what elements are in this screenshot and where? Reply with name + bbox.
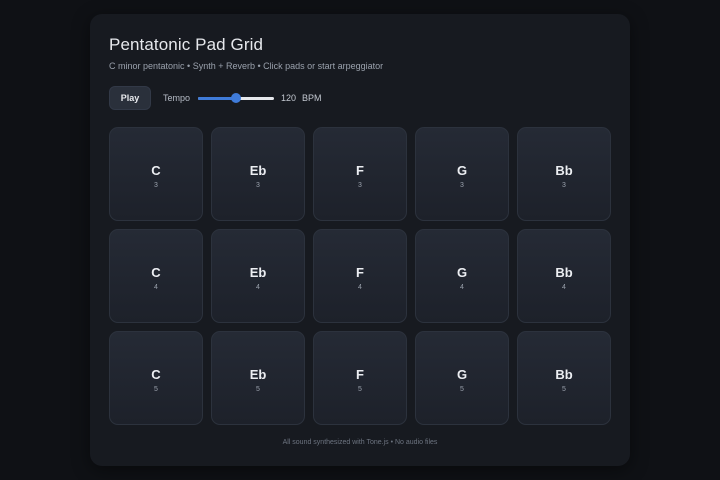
pad-octave-label: 3 bbox=[460, 182, 464, 189]
pad-octave-label: 3 bbox=[256, 182, 260, 189]
pad-eb5[interactable]: Eb 5 bbox=[211, 331, 305, 425]
pad-octave-label: 3 bbox=[358, 182, 362, 189]
pad-f3[interactable]: F3 bbox=[313, 127, 407, 221]
pad-grid: C 3 Eb 3 F 3 G 3 Bb 3 C 4 Eb 4 F 4 G 4 Bb 4 C 5 Eb 5 F 5 G 5 Bb 5 bbox=[109, 127, 611, 425]
pad-octave-label: 4 bbox=[256, 284, 260, 291]
pad-bb4[interactable]: Bb 4 bbox=[517, 229, 611, 323]
pad-note-label: F bbox=[356, 265, 364, 280]
page-subtitle: C minor pentatonic • Synth + Reverb • Cl… bbox=[109, 61, 384, 71]
pad-f4[interactable]: F4 bbox=[313, 229, 407, 323]
pad-note-label: C bbox=[151, 265, 161, 280]
pad-eb4[interactable]: Eb 4 bbox=[211, 229, 305, 323]
pad-note-label: G bbox=[456, 367, 468, 382]
page-title: Pentatonic Pad Grid bbox=[109, 35, 264, 54]
tempo-slider-thumb[interactable] bbox=[231, 93, 242, 103]
play-button[interactable]: Play bbox=[109, 86, 151, 110]
pad-note-label: F bbox=[356, 367, 364, 382]
pad-bb5[interactable]: Bb 5 bbox=[517, 331, 611, 425]
pad-f5[interactable]: F5 bbox=[313, 331, 407, 425]
pad-octave-label: 4 bbox=[154, 284, 158, 291]
pad-g4[interactable]: G4 bbox=[415, 229, 509, 323]
pad-octave-label: 4 bbox=[358, 284, 362, 291]
pad-octave-label: 4 bbox=[562, 284, 566, 291]
main-panel: Pentatonic Pad Grid C minor pentatonic •… bbox=[90, 14, 630, 466]
pad-octave-label: 5 bbox=[460, 386, 464, 393]
pad-note-label: G bbox=[456, 265, 468, 280]
pad-c3[interactable]: C3 bbox=[109, 127, 203, 221]
pad-note-label: Bb bbox=[555, 367, 573, 382]
pad-note-label: Bb bbox=[555, 265, 573, 280]
pad-note-label: Bb bbox=[555, 163, 573, 178]
pad-note-label: C bbox=[151, 367, 161, 382]
pad-octave-label: 3 bbox=[154, 182, 158, 189]
tempo-value: 120 bbox=[281, 93, 297, 103]
pad-octave-label: 4 bbox=[460, 284, 464, 291]
pad-eb3[interactable]: Eb 3 bbox=[211, 127, 305, 221]
tempo-slider[interactable] bbox=[198, 92, 275, 104]
pad-octave-label: 5 bbox=[562, 386, 566, 393]
transport-controls: Play Tempo 120 BPM bbox=[109, 86, 322, 110]
pad-bb3[interactable]: Bb 3 bbox=[517, 127, 611, 221]
pad-note-label: Eb bbox=[249, 367, 267, 382]
pad-note-label: F bbox=[356, 163, 364, 178]
tempo-label: Tempo bbox=[163, 93, 191, 103]
tempo-unit: BPM bbox=[302, 93, 322, 103]
pad-g5[interactable]: G5 bbox=[415, 331, 509, 425]
pad-note-label: Eb bbox=[249, 163, 267, 178]
pad-note-label: G bbox=[456, 163, 468, 178]
pad-octave-label: 5 bbox=[358, 386, 362, 393]
pad-octave-label: 3 bbox=[562, 182, 566, 189]
footer-note: All sound synthesized with Tone.js • No … bbox=[282, 439, 438, 446]
pad-g3[interactable]: G3 bbox=[415, 127, 509, 221]
pad-octave-label: 5 bbox=[256, 386, 260, 393]
pad-c5[interactable]: C5 bbox=[109, 331, 203, 425]
pad-note-label: Eb bbox=[249, 265, 267, 280]
pad-octave-label: 5 bbox=[154, 386, 158, 393]
pad-c4[interactable]: C4 bbox=[109, 229, 203, 323]
pad-note-label: C bbox=[151, 163, 161, 178]
